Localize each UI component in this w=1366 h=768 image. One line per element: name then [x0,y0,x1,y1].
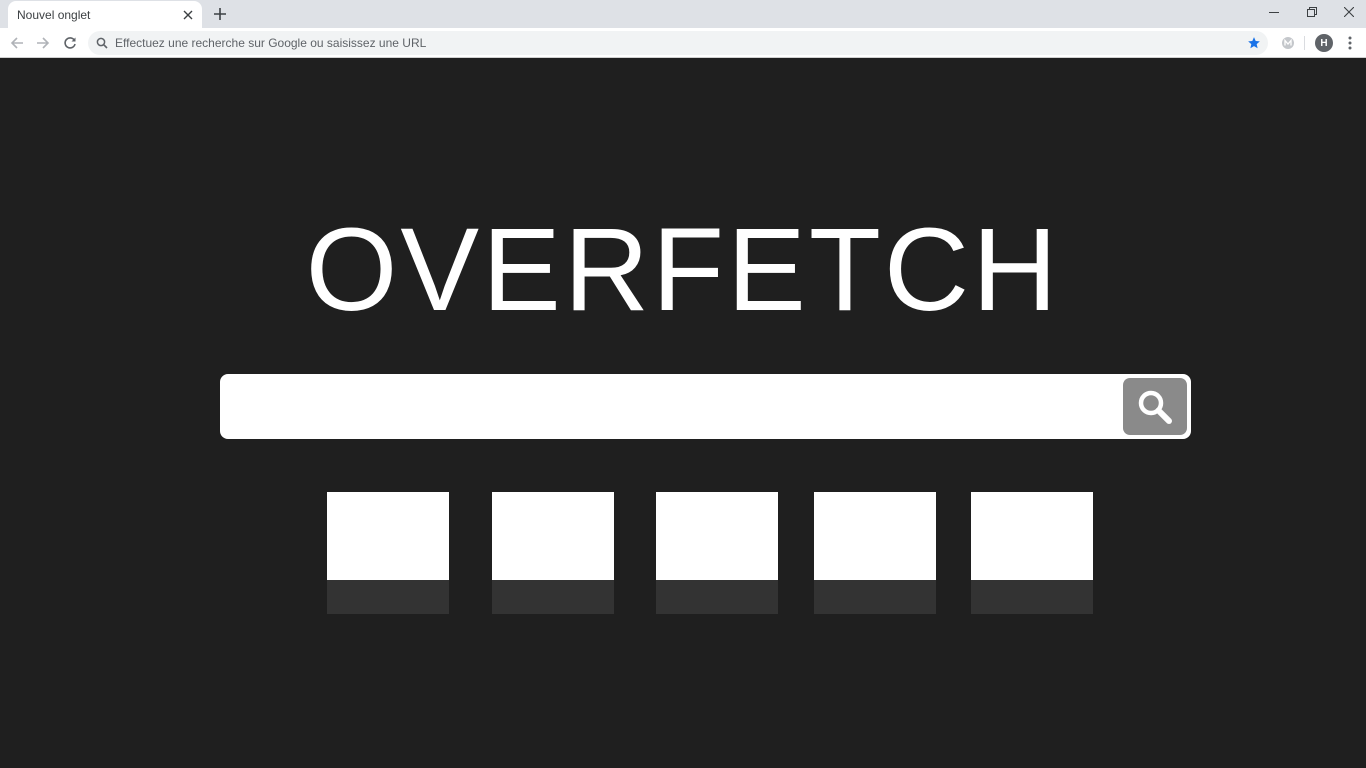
tab-new-tab[interactable]: Nouvel onglet [8,1,202,28]
bookmark-star-icon[interactable] [1242,31,1266,55]
close-tab-icon[interactable] [178,5,198,25]
browser-toolbar: H [0,28,1366,58]
forward-button[interactable] [31,31,55,55]
search-input[interactable] [232,384,1122,429]
search-icon [1138,390,1172,424]
reload-button[interactable] [58,31,82,55]
shortcut-label [327,580,449,614]
shortcut-thumbnail [492,492,614,580]
extension-icon[interactable] [1277,32,1299,54]
profile-avatar[interactable]: H [1315,34,1333,52]
close-window-button[interactable] [1330,0,1366,24]
search-button[interactable] [1123,378,1187,435]
shortcut-thumbnail [814,492,936,580]
toolbar-divider [1304,36,1305,50]
shortcut-label [492,580,614,614]
shortcut-label [656,580,778,614]
tab-title: Nouvel onglet [17,7,91,22]
search-icon [89,31,115,55]
shortcut-thumbnail [971,492,1093,580]
tab-strip: Nouvel onglet [0,0,1366,28]
search-box [220,374,1191,439]
shortcut-thumbnail [327,492,449,580]
new-tab-button[interactable] [209,4,231,24]
site-logo: OVERFETCH [305,204,1061,336]
more-menu-icon[interactable] [1340,31,1360,55]
shortcut-tile[interactable] [656,492,778,614]
shortcut-tile[interactable] [327,492,449,614]
shortcut-tile[interactable] [971,492,1093,614]
shortcut-label [814,580,936,614]
shortcut-thumbnail [656,492,778,580]
shortcut-tile[interactable] [492,492,614,614]
minimize-window-button[interactable] [1255,0,1293,24]
address-bar[interactable] [88,31,1268,55]
shortcut-tile[interactable] [814,492,936,614]
back-button[interactable] [5,31,29,55]
restore-window-button[interactable] [1293,0,1331,24]
address-input[interactable] [115,36,1242,50]
shortcut-label [971,580,1093,614]
